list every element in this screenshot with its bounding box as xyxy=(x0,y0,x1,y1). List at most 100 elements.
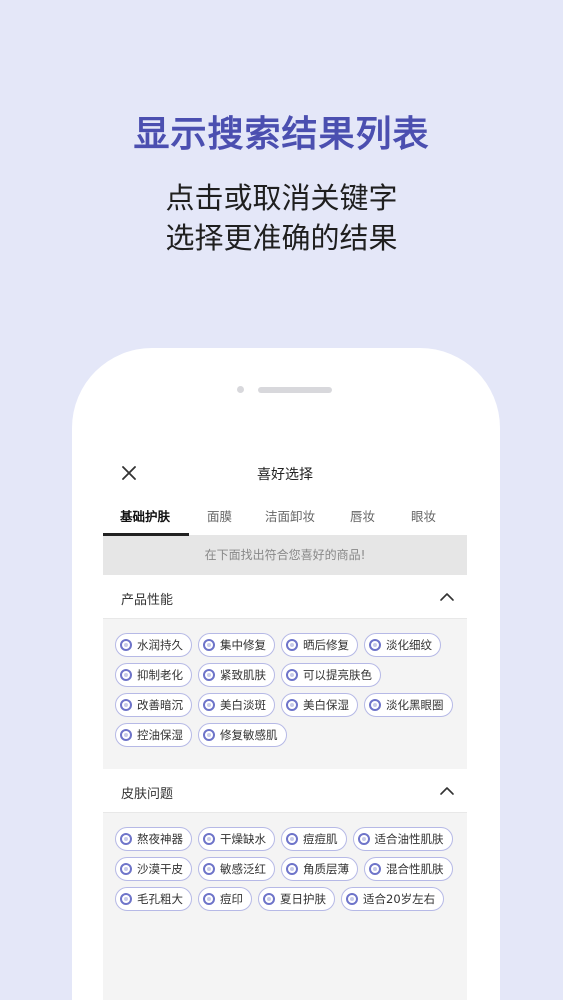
tag-chip[interactable]: 熬夜神器 xyxy=(115,827,192,851)
tag-label: 角质层薄 xyxy=(303,862,349,876)
tag-circle-icon xyxy=(286,833,298,845)
tag-chip[interactable]: 可以提亮肤色 xyxy=(281,663,381,687)
tag-circle-icon xyxy=(120,639,132,651)
promo-title: 显示搜索结果列表 xyxy=(133,114,430,155)
tag-circle-icon xyxy=(203,729,215,741)
tag-label: 敏感泛红 xyxy=(220,862,266,876)
tag-label: 痘痘肌 xyxy=(303,832,338,846)
section-header-skin-problems[interactable]: 皮肤问题 xyxy=(103,769,467,813)
app-screen: 喜好选择 基础护肤 面膜 洁面卸妆 唇妆 眼妆 在下面找出符合您喜好的商品! 产… xyxy=(103,453,467,1000)
tag-label: 沙漠干皮 xyxy=(137,862,183,876)
tag-chip[interactable]: 适合20岁左右 xyxy=(341,887,445,911)
tag-label: 熬夜神器 xyxy=(137,832,183,846)
tab-basic-skincare[interactable]: 基础护肤 xyxy=(120,506,170,525)
tag-chip[interactable]: 沙漠干皮 xyxy=(115,857,192,881)
tag-label: 修复敏感肌 xyxy=(220,728,278,742)
tag-label: 水润持久 xyxy=(137,638,183,652)
tag-circle-icon xyxy=(120,863,132,875)
active-tab-indicator xyxy=(103,533,189,536)
tag-circle-icon xyxy=(286,669,298,681)
tag-label: 集中修复 xyxy=(220,638,266,652)
tab-lip-makeup[interactable]: 唇妆 xyxy=(350,506,375,525)
tag-label: 美白淡斑 xyxy=(220,698,266,712)
tag-circle-icon xyxy=(286,639,298,651)
tag-chip[interactable]: 改善暗沉 xyxy=(115,693,192,717)
section-title: 产品性能 xyxy=(121,593,174,608)
tag-list-skin-problems: 熬夜神器 干燥缺水 痘痘肌 适合油性肌肤沙漠干皮 敏感泛红 角质层薄 混合性肌肤毛孔粗大 痘印… xyxy=(103,813,467,921)
tag-chip[interactable]: 修复敏感肌 xyxy=(198,723,287,747)
tag-circle-icon xyxy=(120,669,132,681)
tag-chip[interactable]: 敏感泛红 xyxy=(198,857,275,881)
tag-chip[interactable]: 集中修复 xyxy=(198,633,275,657)
tag-label: 控油保湿 xyxy=(137,728,183,742)
tag-circle-icon xyxy=(203,863,215,875)
tag-chip[interactable]: 紧致肌肤 xyxy=(198,663,275,687)
tag-chip[interactable]: 干燥缺水 xyxy=(198,827,275,851)
tag-circle-icon xyxy=(203,833,215,845)
tag-label: 适合20岁左右 xyxy=(363,892,436,906)
tag-label: 干燥缺水 xyxy=(220,832,266,846)
section-header-performance[interactable]: 产品性能 xyxy=(103,575,467,619)
tag-circle-icon xyxy=(369,699,381,711)
tag-label: 混合性肌肤 xyxy=(386,862,444,876)
tag-label: 改善暗沉 xyxy=(137,698,183,712)
notice-banner: 在下面找出符合您喜好的商品! xyxy=(103,535,467,575)
tag-label: 淡化细纹 xyxy=(386,638,432,652)
phone-camera-dot xyxy=(237,386,244,393)
tag-chip[interactable]: 毛孔粗大 xyxy=(115,887,192,911)
promo-subtitle-line-2: 选择更准确的结果 xyxy=(165,221,398,255)
tag-label: 紧致肌肤 xyxy=(220,668,266,682)
tag-circle-icon xyxy=(203,893,215,905)
tag-circle-icon xyxy=(369,863,381,875)
tag-circle-icon xyxy=(263,893,275,905)
tag-circle-icon xyxy=(286,863,298,875)
app-header: 喜好选择 xyxy=(103,453,467,493)
tag-chip[interactable]: 夏日护肤 xyxy=(258,887,335,911)
tag-chip[interactable]: 痘痘肌 xyxy=(281,827,347,851)
category-tabs: 基础护肤 面膜 洁面卸妆 唇妆 眼妆 xyxy=(103,493,467,535)
tag-circle-icon xyxy=(120,729,132,741)
tab-eye-makeup[interactable]: 眼妆 xyxy=(411,506,436,525)
tag-chip[interactable]: 水润持久 xyxy=(115,633,192,657)
promo-subtitle: 点击或取消关键字 选择更准确的结果 xyxy=(0,178,563,258)
tag-chip[interactable]: 控油保湿 xyxy=(115,723,192,747)
tag-circle-icon xyxy=(120,893,132,905)
tag-chip[interactable]: 适合油性肌肤 xyxy=(352,827,453,851)
tag-chip[interactable]: 美白保湿 xyxy=(281,693,358,717)
tag-chip[interactable]: 美白淡斑 xyxy=(198,693,275,717)
tab-cleansing[interactable]: 洁面卸妆 xyxy=(265,506,315,525)
tag-circle-icon xyxy=(286,699,298,711)
tag-label: 晒后修复 xyxy=(303,638,349,652)
tag-circle-icon xyxy=(203,669,215,681)
tag-circle-icon xyxy=(120,833,132,845)
promo-subtitle-line-1: 点击或取消关键字 xyxy=(165,181,398,215)
tag-chip[interactable]: 晒后修复 xyxy=(281,633,358,657)
tag-label: 抑制老化 xyxy=(137,668,183,682)
tag-label: 毛孔粗大 xyxy=(137,892,183,906)
tag-circle-icon xyxy=(357,833,370,845)
phone-speaker xyxy=(258,387,332,393)
tag-circle-icon xyxy=(203,699,215,711)
tab-mask[interactable]: 面膜 xyxy=(207,506,232,525)
tag-circle-icon xyxy=(369,639,381,651)
tag-chip[interactable]: 抑制老化 xyxy=(115,663,192,687)
chevron-up-icon[interactable] xyxy=(439,783,455,799)
section-title: 皮肤问题 xyxy=(121,787,174,802)
tag-label: 可以提亮肤色 xyxy=(303,668,372,682)
tag-chip[interactable]: 痘印 xyxy=(198,887,252,911)
tag-circle-icon xyxy=(203,639,215,651)
tag-chip[interactable]: 淡化细纹 xyxy=(364,633,441,657)
tag-label: 夏日护肤 xyxy=(280,892,326,906)
tag-label: 淡化黑眼圈 xyxy=(386,698,444,712)
tag-circle-icon xyxy=(346,893,358,905)
tag-label: 痘印 xyxy=(220,892,243,906)
chevron-up-icon[interactable] xyxy=(439,589,455,605)
tag-chip[interactable]: 淡化黑眼圈 xyxy=(364,693,453,717)
tag-label: 美白保湿 xyxy=(303,698,349,712)
tag-chip[interactable]: 混合性肌肤 xyxy=(364,857,453,881)
tag-list-performance: 水润持久 集中修复 晒后修复 淡化细纹抑制老化 紧致肌肤 可以提亮肤色改善暗沉 美白淡斑 美白… xyxy=(103,619,467,757)
tag-circle-icon xyxy=(120,699,132,711)
tag-label: 适合油性肌肤 xyxy=(374,832,444,846)
page-title: 喜好选择 xyxy=(257,467,313,483)
tag-chip[interactable]: 角质层薄 xyxy=(281,857,358,881)
